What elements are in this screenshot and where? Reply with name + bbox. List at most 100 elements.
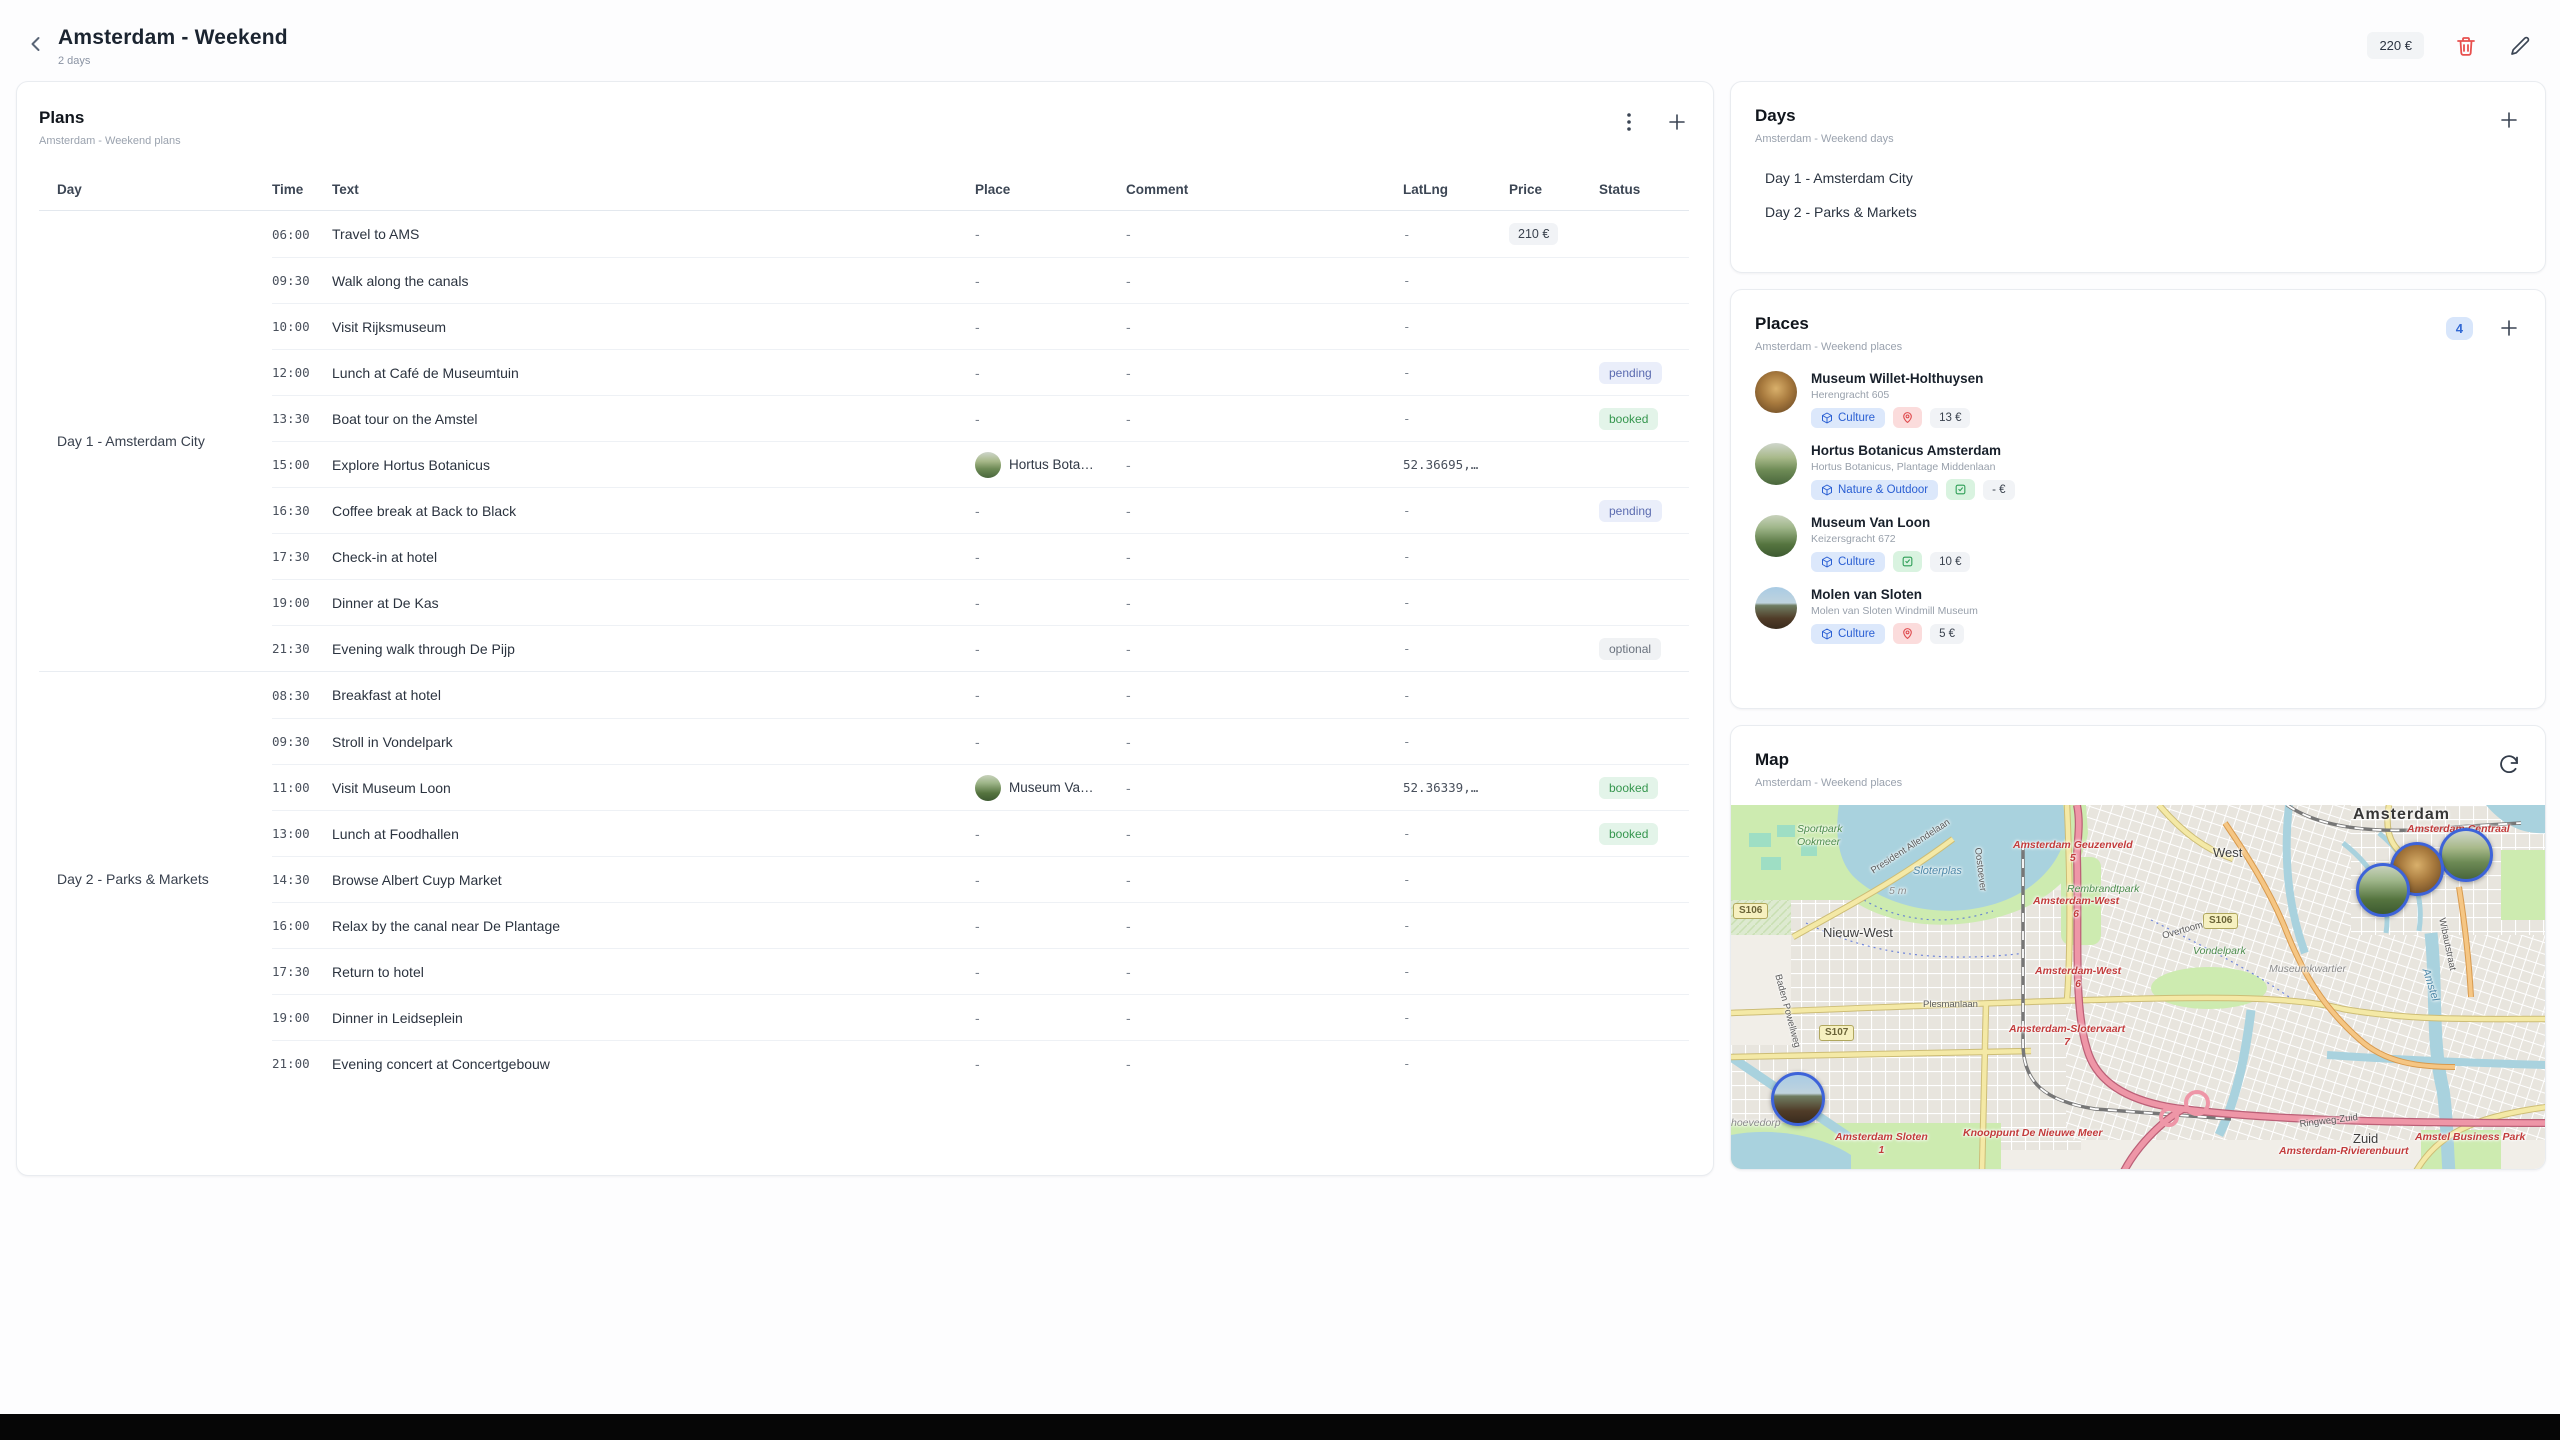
map-place-marker[interactable]: [1771, 1072, 1825, 1126]
plan-latlng: -: [1403, 411, 1509, 426]
plan-row[interactable]: 14:30Browse Albert Cuyp Market---: [272, 856, 1689, 902]
plan-row[interactable]: 19:00Dinner in Leidseplein---: [272, 994, 1689, 1040]
plan-comment: -: [1126, 549, 1403, 565]
plan-place-name: Hortus Bota…: [1009, 457, 1094, 472]
plan-text: Visit Rijksmuseum: [332, 319, 975, 335]
refresh-map-button[interactable]: [2497, 752, 2521, 776]
plan-comment: -: [1126, 918, 1403, 934]
day-cell: Day 2 - Parks & Markets: [39, 672, 272, 1086]
place-badges: Culture5 €: [1811, 623, 1978, 644]
place-name: Museum Van Loon: [1811, 515, 1970, 530]
plan-status: pending: [1599, 362, 1689, 384]
plan-row[interactable]: 06:00Travel to AMS---210 €: [272, 211, 1689, 257]
plan-row[interactable]: 21:30Evening walk through De Pijp---opti…: [272, 625, 1689, 671]
place-list-item[interactable]: Molen van SlotenMolen van Sloten Windmil…: [1755, 587, 2521, 644]
map-place-marker[interactable]: [2439, 828, 2493, 882]
page-title: Amsterdam - Weekend: [58, 26, 288, 50]
status-badge: optional: [1599, 638, 1661, 660]
status-badge: pending: [1599, 362, 1662, 384]
plan-day-group: Day 2 - Parks & Markets08:30Breakfast at…: [39, 671, 1689, 1086]
plan-row[interactable]: 13:00Lunch at Foodhallen---booked: [272, 810, 1689, 856]
plan-row[interactable]: 21:00Evening concert at Concertgebouw---: [272, 1040, 1689, 1086]
plan-row[interactable]: 11:00Visit Museum LoonMuseum Va…-52.3633…: [272, 764, 1689, 810]
days-card: Days Amsterdam - Weekend days Day 1 - Am…: [1730, 81, 2546, 273]
category-badge: Nature & Outdoor: [1811, 480, 1938, 500]
plan-row[interactable]: 13:30Boat tour on the Amstel---booked: [272, 395, 1689, 441]
add-day-button[interactable]: [2497, 108, 2521, 132]
plan-row[interactable]: 17:30Check-in at hotel---: [272, 533, 1689, 579]
plan-latlng: -: [1403, 365, 1509, 380]
plan-row[interactable]: 12:00Lunch at Café de Museumtuin---pendi…: [272, 349, 1689, 395]
plan-time: 19:00: [272, 595, 332, 610]
map-label: Wibautstraat: [2436, 917, 2458, 972]
page-subtitle: 2 days: [58, 55, 288, 67]
location-pin-badge: [1893, 623, 1922, 644]
plan-row[interactable]: 15:00Explore Hortus BotanicusHortus Bota…: [272, 441, 1689, 487]
map-label: Amsterdam Sloten 1: [1835, 1131, 1928, 1156]
back-button[interactable]: [24, 32, 48, 56]
plans-menu-button[interactable]: [1617, 110, 1641, 134]
place-list-item[interactable]: Museum Willet-HolthuysenHerengracht 605C…: [1755, 371, 2521, 428]
plan-time: 10:00: [272, 319, 332, 334]
plan-text: Breakfast at hotel: [332, 687, 975, 703]
plan-time: 13:00: [272, 826, 332, 841]
plan-row[interactable]: 09:30Stroll in Vondelpark---: [272, 718, 1689, 764]
plan-row[interactable]: 10:00Visit Rijksmuseum---: [272, 303, 1689, 349]
days-list: Day 1 - Amsterdam CityDay 2 - Parks & Ma…: [1755, 161, 2521, 229]
delete-trip-button[interactable]: [2454, 34, 2478, 58]
plan-time: 17:30: [272, 549, 332, 564]
plan-row[interactable]: 19:00Dinner at De Kas---: [272, 579, 1689, 625]
map-label: West: [2213, 845, 2242, 861]
plan-text: Evening concert at Concertgebouw: [332, 1056, 975, 1072]
place-address: Hortus Botanicus, Plantage Middenlaan: [1811, 461, 2015, 473]
map-title: Map: [1755, 750, 1902, 770]
plan-time: 17:30: [272, 964, 332, 979]
bottom-bar: [0, 1414, 2560, 1440]
place-thumbnail: [1755, 371, 1797, 413]
plan-text: Relax by the canal near De Plantage: [332, 918, 975, 934]
add-plan-button[interactable]: [1665, 110, 1689, 134]
place-list-item[interactable]: Hortus Botanicus AmsterdamHortus Botanic…: [1755, 443, 2521, 500]
status-badge: booked: [1599, 777, 1658, 799]
plan-comment: -: [1126, 411, 1403, 427]
map-canvas[interactable]: AmsterdamAmsterdam CentraalWestZuidNieuw…: [1731, 805, 2546, 1170]
map-label: Amsterdam-West 6: [2033, 895, 2119, 920]
plan-row[interactable]: 16:30Coffee break at Back to Black---pen…: [272, 487, 1689, 533]
map-place-marker[interactable]: [2356, 863, 2410, 917]
plan-row[interactable]: 09:30Walk along the canals---: [272, 257, 1689, 303]
plan-place: -: [975, 503, 1126, 519]
map-overlay: AmsterdamAmsterdam CentraalWestZuidNieuw…: [1731, 805, 2546, 1170]
plan-comment: -: [1126, 872, 1403, 888]
place-price-badge: - €: [1983, 480, 2014, 500]
map-label: Plesmanlaan: [1923, 999, 1978, 1010]
category-badge: Culture: [1811, 408, 1885, 428]
map-label: S106: [1733, 903, 1768, 919]
day-list-item[interactable]: Day 1 - Amsterdam City: [1755, 161, 2521, 195]
map-pin-icon: [1901, 411, 1914, 424]
column-header-price: Price: [1509, 182, 1599, 197]
column-header-latlng: LatLng: [1403, 182, 1509, 197]
plan-row[interactable]: 17:30Return to hotel---: [272, 948, 1689, 994]
plan-latlng: -: [1403, 549, 1509, 564]
plan-row[interactable]: 08:30Breakfast at hotel---: [272, 672, 1689, 718]
place-price-badge: 5 €: [1930, 624, 1964, 644]
place-info: Molen van SlotenMolen van Sloten Windmil…: [1811, 587, 1978, 644]
chevron-left-icon: [24, 32, 48, 56]
edit-trip-button[interactable]: [2508, 34, 2532, 58]
plan-day-group: Day 1 - Amsterdam City06:00Travel to AMS…: [39, 211, 1689, 671]
map-label: Museumkwartier: [2269, 963, 2346, 976]
plan-comment: -: [1126, 641, 1403, 657]
places-count-badge: 4: [2446, 317, 2473, 340]
place-address: Molen van Sloten Windmill Museum: [1811, 605, 1978, 617]
add-place-button[interactable]: [2497, 316, 2521, 340]
plan-place: -: [975, 319, 1126, 335]
plan-text: Visit Museum Loon: [332, 780, 975, 796]
plan-row[interactable]: 16:00Relax by the canal near De Plantage…: [272, 902, 1689, 948]
place-list-item[interactable]: Museum Van LoonKeizersgracht 672Culture1…: [1755, 515, 2521, 572]
day-list-item[interactable]: Day 2 - Parks & Markets: [1755, 195, 2521, 229]
plan-status: booked: [1599, 777, 1689, 799]
total-price-badge: 220 €: [2367, 32, 2424, 59]
plan-text: Stroll in Vondelpark: [332, 734, 975, 750]
plan-text: Dinner at De Kas: [332, 595, 975, 611]
column-header-time: Time: [272, 182, 332, 197]
